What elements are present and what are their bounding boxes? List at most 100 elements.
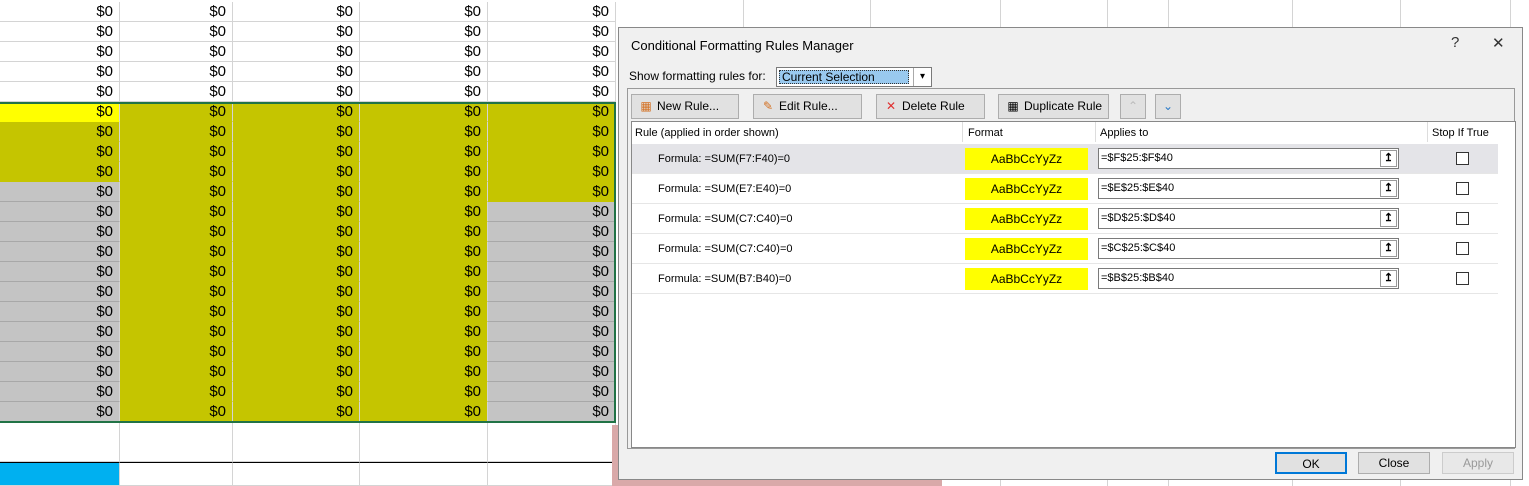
cell[interactable]: $0 — [360, 322, 488, 342]
cell[interactable]: $0 — [488, 262, 616, 282]
cell[interactable]: $0 — [488, 142, 616, 162]
cell[interactable]: $0 — [120, 202, 233, 222]
cell[interactable]: $0 — [0, 282, 120, 302]
cell[interactable]: $0 — [488, 102, 616, 122]
cell[interactable]: $0 — [233, 322, 360, 342]
empty-cell[interactable] — [0, 462, 120, 486]
cell[interactable]: $0 — [233, 22, 360, 42]
cell[interactable]: $0 — [0, 362, 120, 382]
cell[interactable]: $0 — [233, 102, 360, 122]
rule-row[interactable]: Formula: =SUM(E7:E40)=0 AaBbCcYyZz =$E$2… — [632, 174, 1498, 204]
cell[interactable]: $0 — [488, 222, 616, 242]
cell[interactable]: $0 — [0, 62, 120, 82]
close-button[interactable]: Close — [1358, 452, 1430, 474]
cell[interactable]: $0 — [360, 22, 488, 42]
collapse-range-icon[interactable]: ↥ — [1380, 180, 1397, 197]
cell[interactable]: $0 — [120, 182, 233, 202]
cell[interactable]: $0 — [120, 242, 233, 262]
cell[interactable]: $0 — [120, 262, 233, 282]
cell[interactable]: $0 — [0, 42, 120, 62]
applies-to-input[interactable]: =$F$25:$F$40 ↥ — [1098, 148, 1399, 169]
cell[interactable]: $0 — [233, 382, 360, 402]
collapse-range-icon[interactable]: ↥ — [1380, 240, 1397, 257]
cell[interactable]: $0 — [0, 142, 120, 162]
empty-cell[interactable] — [488, 462, 616, 486]
cell[interactable]: $0 — [0, 82, 120, 102]
cell[interactable]: $0 — [488, 82, 616, 102]
cell[interactable]: $0 — [488, 42, 616, 62]
cell[interactable]: $0 — [360, 202, 488, 222]
cell[interactable]: $0 — [488, 282, 616, 302]
empty-cell[interactable] — [120, 422, 233, 462]
show-rules-select[interactable]: Current Selection ▾ — [776, 67, 932, 87]
cell[interactable]: $0 — [0, 262, 120, 282]
cell[interactable]: $0 — [488, 302, 616, 322]
close-icon[interactable]: ✕ — [1492, 34, 1505, 52]
cell[interactable]: $0 — [233, 302, 360, 322]
cell[interactable]: $0 — [120, 42, 233, 62]
cell[interactable]: $0 — [488, 202, 616, 222]
cell[interactable]: $0 — [233, 122, 360, 142]
cell[interactable]: $0 — [0, 222, 120, 242]
cell[interactable]: $0 — [488, 242, 616, 262]
cell[interactable]: $0 — [360, 2, 488, 22]
cell[interactable]: $0 — [233, 262, 360, 282]
cell[interactable]: $0 — [120, 222, 233, 242]
cell[interactable]: $0 — [120, 302, 233, 322]
cell[interactable]: $0 — [488, 122, 616, 142]
cell[interactable]: $0 — [120, 342, 233, 362]
help-button[interactable]: ? — [1451, 34, 1459, 51]
cell[interactable]: $0 — [120, 122, 233, 142]
cell[interactable]: $0 — [120, 402, 233, 422]
cell[interactable]: $0 — [360, 62, 488, 82]
delete-rule-button[interactable]: ✕ Delete Rule — [876, 94, 985, 119]
edit-rule-button[interactable]: ✎ Edit Rule... — [753, 94, 862, 119]
rule-row[interactable]: Formula: =SUM(F7:F40)=0 AaBbCcYyZz =$F$2… — [632, 144, 1498, 174]
cell[interactable]: $0 — [488, 362, 616, 382]
cell[interactable]: $0 — [360, 302, 488, 322]
cell[interactable]: $0 — [360, 262, 488, 282]
cell[interactable]: $0 — [120, 22, 233, 42]
cell[interactable]: $0 — [360, 182, 488, 202]
cell[interactable]: $0 — [488, 22, 616, 42]
rule-row[interactable]: Formula: =SUM(B7:B40)=0 AaBbCcYyZz =$B$2… — [632, 264, 1498, 294]
cell[interactable]: $0 — [360, 162, 488, 182]
cell[interactable]: $0 — [233, 342, 360, 362]
cell[interactable]: $0 — [488, 62, 616, 82]
move-down-button[interactable]: ⌄ — [1155, 94, 1181, 119]
cell[interactable]: $0 — [0, 102, 120, 122]
empty-cell[interactable] — [0, 422, 120, 462]
cell[interactable]: $0 — [233, 282, 360, 302]
stop-if-true-checkbox[interactable] — [1456, 212, 1469, 225]
cell[interactable]: $0 — [360, 402, 488, 422]
cell[interactable]: $0 — [233, 142, 360, 162]
cell[interactable]: $0 — [120, 142, 233, 162]
cell[interactable]: $0 — [233, 182, 360, 202]
cell[interactable]: $0 — [233, 82, 360, 102]
cell[interactable]: $0 — [120, 62, 233, 82]
cell[interactable]: $0 — [0, 402, 120, 422]
stop-if-true-checkbox[interactable] — [1456, 242, 1469, 255]
chevron-down-icon[interactable]: ▾ — [913, 68, 931, 86]
cell[interactable]: $0 — [233, 402, 360, 422]
cell[interactable]: $0 — [360, 342, 488, 362]
cell[interactable]: $0 — [488, 2, 616, 22]
cell[interactable]: $0 — [360, 122, 488, 142]
cell[interactable]: $0 — [233, 202, 360, 222]
cell[interactable]: $0 — [233, 362, 360, 382]
cell[interactable]: $0 — [120, 102, 233, 122]
duplicate-rule-button[interactable]: ▦ Duplicate Rule — [998, 94, 1109, 119]
cell[interactable]: $0 — [120, 162, 233, 182]
cell[interactable]: $0 — [360, 242, 488, 262]
cell[interactable]: $0 — [233, 62, 360, 82]
cell[interactable]: $0 — [233, 2, 360, 22]
collapse-range-icon[interactable]: ↥ — [1380, 210, 1397, 227]
stop-if-true-checkbox[interactable] — [1456, 182, 1469, 195]
cell[interactable]: $0 — [0, 382, 120, 402]
empty-cell[interactable] — [120, 462, 233, 486]
empty-cell[interactable] — [360, 462, 488, 486]
cell[interactable]: $0 — [0, 122, 120, 142]
cell[interactable]: $0 — [0, 182, 120, 202]
cell[interactable]: $0 — [120, 382, 233, 402]
cell[interactable]: $0 — [0, 342, 120, 362]
